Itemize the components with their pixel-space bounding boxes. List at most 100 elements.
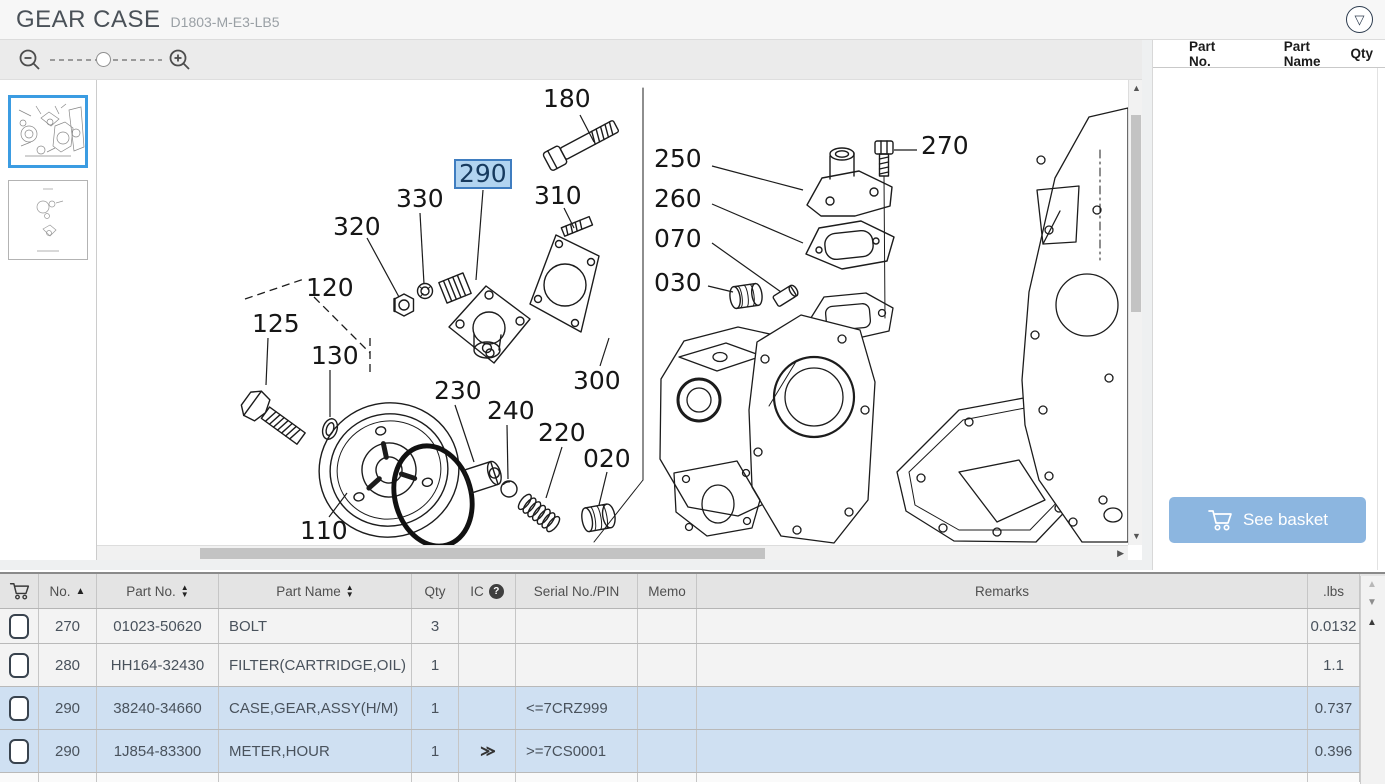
scroll-right-icon[interactable]: ▶ [1117, 549, 1124, 558]
cell-no: 290 [39, 687, 97, 729]
triangle-down-icon: ▽ [1355, 12, 1365, 28]
callout-label-240[interactable]: 240 [487, 398, 535, 424]
cell-part_no: 38240-34660 [97, 687, 219, 729]
row-checkbox[interactable] [9, 739, 29, 764]
part-spring-220 [516, 492, 562, 533]
horizontal-scrollbar-thumb[interactable] [200, 548, 765, 559]
callout-label-220[interactable]: 220 [538, 420, 586, 446]
ic-link-icon[interactable]: ≫ [480, 742, 494, 760]
callout-label-290[interactable]: 290 [454, 159, 512, 189]
callout-label-020[interactable]: 020 [583, 446, 631, 472]
scroll-top-icon[interactable]: ▲ [1367, 618, 1377, 628]
basket-col-part-no: Part No. [1189, 39, 1241, 69]
thumbnail-panel [0, 80, 97, 560]
callout-label-125[interactable]: 125 [252, 311, 300, 337]
callout-label-180[interactable]: 180 [543, 86, 591, 112]
page-thumbnail-1-selected[interactable] [8, 95, 88, 168]
part-plug-030 [729, 283, 764, 309]
cell-qty: 1 [412, 730, 459, 772]
header-part-no[interactable]: Part No.▲▼ [97, 574, 219, 608]
parts-table: No.▲ Part No.▲▼ Part Name▲▼ Qty IC? Seri… [0, 570, 1385, 784]
callout-label-110[interactable]: 110 [300, 518, 348, 544]
diagram-viewer[interactable]: 180 250 270 260 070 030 330 290 310 320 120125 130 2… [97, 80, 1142, 560]
cell-serial [516, 644, 638, 686]
scroll-down-icon[interactable]: ▼ [1132, 532, 1141, 541]
callout-label-030[interactable]: 030 [654, 270, 702, 296]
vertical-scrollbar[interactable]: ▲ ▼ [1128, 80, 1142, 545]
callout-label-300[interactable]: 300 [573, 368, 621, 394]
help-icon[interactable]: ? [489, 584, 504, 599]
callout-label-250[interactable]: 250 [654, 146, 702, 172]
collapse-panel-button[interactable]: ▽ [1346, 6, 1373, 33]
header-part-name[interactable]: Part Name▲▼ [219, 574, 412, 608]
callout-label-230[interactable]: 230 [434, 378, 482, 404]
empty-cell [0, 773, 39, 782]
table-scrollbar[interactable]: ▲ ▼ ▲ [1360, 576, 1385, 784]
row-checkbox[interactable] [9, 614, 29, 639]
table-row-partial [0, 773, 1385, 782]
row-checkbox[interactable] [9, 696, 29, 721]
table-row-290[interactable]: 29038240-34660CASE,GEAR,ASSY(H/M)1 <=7CRZ… [0, 687, 1385, 730]
callout-label-130[interactable]: 130 [311, 343, 359, 369]
callout-label-120[interactable]: 120 [306, 275, 354, 301]
callout-label-310[interactable]: 310 [534, 183, 582, 209]
part-gasket-300 [530, 235, 599, 332]
cell-part_no: 01023-50620 [97, 609, 219, 643]
cell-memo [638, 644, 697, 686]
callout-label-330[interactable]: 330 [396, 186, 444, 212]
part-plug-020 [580, 503, 617, 532]
callout-label-270[interactable]: 270 [921, 133, 969, 159]
empty-cell [1308, 773, 1360, 782]
zoom-in-icon[interactable] [168, 48, 192, 72]
cell-ic [459, 609, 516, 643]
header-cart-cell [0, 574, 39, 608]
cell-no: 270 [39, 609, 97, 643]
table-row-280[interactable]: 280HH164-32430FILTER(CARTRIDGE,OIL)11.1 [0, 644, 1385, 687]
table-row-290[interactable]: 2901J854-83300METER,HOUR1≫>=7CS00010.396 [0, 730, 1385, 773]
header-no[interactable]: No.▲ [39, 574, 97, 608]
part-bolt-125 [237, 386, 310, 450]
empty-cell [516, 773, 638, 782]
zoom-slider[interactable] [50, 59, 162, 61]
callout-label-260[interactable]: 260 [654, 186, 702, 212]
page-thumbnail-2[interactable] [8, 180, 88, 260]
cell-part_name: METER,HOUR [219, 730, 412, 772]
header-lbs: .lbs [1308, 574, 1360, 608]
see-basket-label: See basket [1243, 510, 1328, 530]
scroll-down-icon[interactable]: ▼ [1367, 598, 1377, 608]
part-gasket-260 [806, 221, 894, 269]
cell-lbs: 0.0132 [1308, 609, 1360, 643]
row-checkbox[interactable] [9, 653, 29, 678]
empty-cell [219, 773, 412, 782]
cell-part_name: CASE,GEAR,ASSY(H/M) [219, 687, 412, 729]
cart-icon [9, 581, 30, 601]
cell-remarks [697, 644, 1308, 686]
checkbox-cell [0, 687, 39, 729]
part-gear-case-body [660, 293, 1076, 543]
cell-qty: 1 [412, 687, 459, 729]
zoom-out-icon[interactable] [18, 48, 42, 72]
cell-lbs: 0.396 [1308, 730, 1360, 772]
sort-both-icon: ▲▼ [181, 584, 189, 598]
cell-no: 290 [39, 730, 97, 772]
cell-lbs: 0.737 [1308, 687, 1360, 729]
empty-cell [459, 773, 516, 782]
cell-qty: 3 [412, 609, 459, 643]
cell-remarks [697, 687, 1308, 729]
callout-label-320[interactable]: 320 [333, 214, 381, 240]
basket-col-part-name: Part Name [1284, 39, 1351, 69]
sort-ascending-icon: ▲ [76, 586, 86, 597]
vertical-scrollbar-thumb[interactable] [1131, 115, 1141, 312]
scroll-up-icon[interactable]: ▲ [1132, 84, 1141, 93]
basket-col-qty: Qty [1350, 46, 1373, 61]
zoom-slider-handle[interactable] [96, 52, 111, 67]
table-row-270[interactable]: 27001023-50620BOLT30.0132 [0, 609, 1385, 644]
see-basket-button[interactable]: See basket [1169, 497, 1366, 543]
callout-label-070[interactable]: 070 [654, 226, 702, 252]
parts-table-body: 27001023-50620BOLT30.0132280HH164-32430F… [0, 609, 1385, 782]
cell-serial: <=7CRZ999 [516, 687, 638, 729]
horizontal-scrollbar[interactable]: ▶ [97, 545, 1128, 560]
scroll-up-icon[interactable]: ▲ [1367, 580, 1377, 590]
page-header: GEAR CASE D1803-M-E3-LB5 ▽ [0, 0, 1385, 40]
cell-serial: >=7CS0001 [516, 730, 638, 772]
